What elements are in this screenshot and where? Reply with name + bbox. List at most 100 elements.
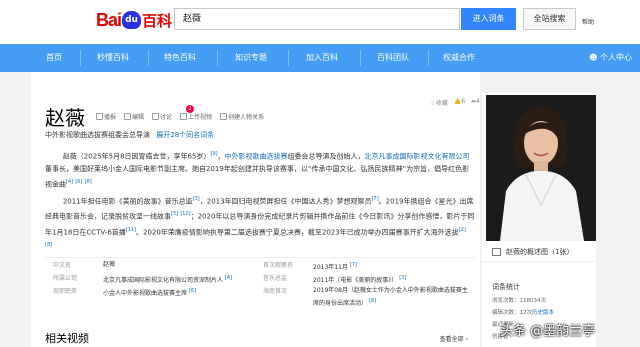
citation[interactable]: [8] — [85, 179, 92, 185]
infobox: 中文名 赵薇 首次观察员 2013年11月 [7] 所属公司 北京凡事成国际影视… — [45, 257, 475, 308]
photo-caption[interactable]: 赵薇的概述图（1张） — [482, 242, 596, 262]
nav-item-home[interactable]: 首页 — [46, 44, 62, 72]
main-nav: 首页 秒懂百科 特色百科 知识专题 加入百科 百科团队 权威合作 ☻ 个人中心 — [0, 44, 640, 72]
infobox-value-text: 北京凡事成国际影视文化有限公司资深制片人 — [103, 277, 224, 284]
tool-label: 编辑 — [132, 114, 145, 121]
summary-paragraph: 赵薇（2025年5月8日因胃癌去世，享年65岁）[9]，中外影视歌曲选拔赛组委会… — [45, 148, 475, 192]
user-center-link[interactable]: ☻ 个人中心 — [589, 44, 632, 72]
tool-edit[interactable]: 编辑 — [124, 112, 144, 121]
citation[interactable]: [8] — [45, 242, 52, 248]
search-input[interactable]: 赵薇 — [174, 8, 460, 30]
nav-item-authority[interactable]: 权威合作 — [443, 44, 475, 72]
logo-bai-text: Bai — [96, 9, 122, 30]
expand-homonyms-link[interactable]: 展开28个同名词条 — [156, 131, 214, 139]
stats-title: 词条统计 — [492, 283, 520, 291]
chevron-right-icon: › — [465, 336, 468, 343]
favorite-button[interactable]: ☆收藏 — [430, 98, 447, 107]
nav-divider — [148, 50, 149, 66]
tool-label: 创建人物关系 — [228, 114, 265, 121]
nav-divider — [360, 50, 361, 66]
enter-entry-button[interactable]: 进入词条 — [461, 8, 516, 30]
global-search-button[interactable]: 全站搜索 — [523, 8, 576, 30]
citation[interactable]: [4] — [66, 179, 73, 185]
citation[interactable]: [9] — [210, 151, 217, 157]
citation[interactable]: [2] — [459, 227, 466, 233]
citation[interactable]: [11] — [126, 227, 136, 233]
citation[interactable]: [8] — [369, 298, 376, 304]
text-span: 赵薇（2025年5月8日因胃癌去世，享年65岁） — [62, 152, 211, 161]
infobox-key: 现职职务 — [53, 288, 78, 295]
related-videos-heading: 相关视频 — [45, 332, 89, 345]
entry-photo[interactable] — [486, 95, 596, 241]
like-count: 6 — [461, 98, 466, 105]
citation[interactable]: [5] — [171, 211, 178, 217]
link-contest[interactable]: 中外影视歌曲选拔赛 — [225, 152, 288, 160]
discuss-count-badge: 2 — [186, 105, 194, 113]
nav-item-topics[interactable]: 知识专题 — [235, 44, 267, 72]
logo-paw-icon: du — [122, 11, 141, 29]
tool-label: 上传视频 — [188, 114, 213, 121]
citation[interactable]: [6] — [75, 179, 82, 185]
text-span: 组委会总导演及创始人， — [287, 152, 365, 161]
share-count: 4 — [476, 98, 480, 105]
text-span: 2011年担任电影《美丽的故事》音乐总监 — [62, 197, 193, 206]
text-span: ，2013年回归电视荧屏担任《中国达人秀》梦想观察员 — [199, 197, 372, 206]
tool-label: 播报 — [104, 114, 117, 121]
nav-divider — [428, 50, 429, 66]
tool-broadcast[interactable]: 播报 — [96, 112, 116, 121]
like-button[interactable]: 👍6 — [454, 98, 465, 107]
infobox-value: 赵薇 — [103, 261, 116, 268]
watermark-text: 头条 @墨韵兰亭 — [500, 324, 596, 339]
nav-divider — [80, 50, 81, 66]
infobox-row: 所属公司 北京凡事成国际影视文化有限公司资深制片人 [4] 音乐总监 2011年… — [45, 271, 475, 284]
infobox-value-text: 2013年11月 — [313, 264, 348, 271]
text-span: 。2020年荣膺疫情影响执导第二届选拔赛宁夏总决赛，截至2023年已成功举办四届… — [136, 227, 459, 236]
infobox-key: 音乐总监 — [263, 275, 288, 282]
link-company[interactable]: 北京凡事成国际影视文化有限公司 — [365, 152, 470, 160]
citation[interactable]: [10] — [180, 211, 190, 217]
tool-create-relation[interactable]: 创建人物关系 — [220, 112, 264, 121]
entry-toolbar: 播报 编辑 讨论 上传视频 创建人物关系 — [96, 112, 264, 121]
nav-item-miaodong[interactable]: 秒懂百科 — [97, 44, 129, 72]
subtitle-text: 中外影视歌曲选拔赛组委会总导演 — [45, 131, 150, 139]
citation[interactable]: [7] — [350, 262, 357, 268]
infobox-key: 中文名 — [53, 262, 72, 269]
nav-item-join[interactable]: 加入百科 — [306, 44, 338, 72]
entry-stats: ☆收藏 👍6 ➦4 — [430, 98, 480, 107]
citation[interactable]: [3] — [193, 196, 200, 202]
history-link[interactable]: 历史版本 — [532, 310, 554, 316]
nav-item-featured[interactable]: 特色百科 — [164, 44, 196, 72]
text-span: ， — [217, 152, 225, 161]
citation[interactable]: [3] — [399, 275, 406, 281]
user-icon: ☻ — [589, 53, 600, 62]
infobox-value: 小金人中外影视歌曲选拔赛主席 [6] — [103, 286, 196, 299]
picture-icon — [492, 248, 501, 256]
tool-upload-video[interactable]: 上传视频 — [180, 112, 212, 121]
portrait-image — [486, 95, 596, 241]
infobox-row: 现职职务 小金人中外影视歌曲选拔赛主席 [6] 海南首次 2019年08月（赵薇… — [45, 284, 475, 308]
baidu-baike-logo[interactable]: Bai du 百科 — [96, 9, 172, 31]
share-button[interactable]: ➦4 — [471, 98, 480, 107]
citation[interactable]: [6] — [189, 288, 196, 294]
discuss-icon — [152, 113, 160, 120]
see-all-link[interactable]: 查看全部 › — [440, 334, 468, 343]
nav-divider — [217, 50, 218, 66]
tool-discuss[interactable]: 讨论 — [152, 112, 172, 121]
tool-label: 讨论 — [160, 114, 173, 121]
favorite-label: 收藏 — [435, 100, 448, 107]
logo-baike-text: 百科 — [142, 11, 173, 30]
nav-item-team[interactable]: 百科团队 — [377, 44, 409, 72]
text-span: 董事长，美国好莱坞小金人国际电影节副主席。她自2019年起创建并执导该赛事，以“… — [45, 165, 470, 189]
entry-subtitle: 中外影视歌曲选拔赛组委会总导演 展开28个同名词条 — [45, 130, 214, 140]
speaker-icon — [96, 113, 103, 120]
help-link[interactable]: 帮助 — [582, 17, 594, 26]
nav-divider — [288, 50, 289, 66]
infobox-key: 海南首次 — [263, 288, 288, 295]
user-center-label: 个人中心 — [600, 53, 632, 62]
entry-title: 赵薇 — [45, 106, 85, 130]
citation[interactable]: [4] — [225, 275, 232, 281]
top-header: Bai du 百科 赵薇 进入词条 全站搜索 帮助 — [0, 0, 640, 44]
citation[interactable]: [7] — [372, 196, 379, 202]
stats-views: 浏览次数：118034次 — [492, 298, 546, 304]
photo-caption-text: 赵薇的概述图（1张） — [506, 248, 574, 256]
